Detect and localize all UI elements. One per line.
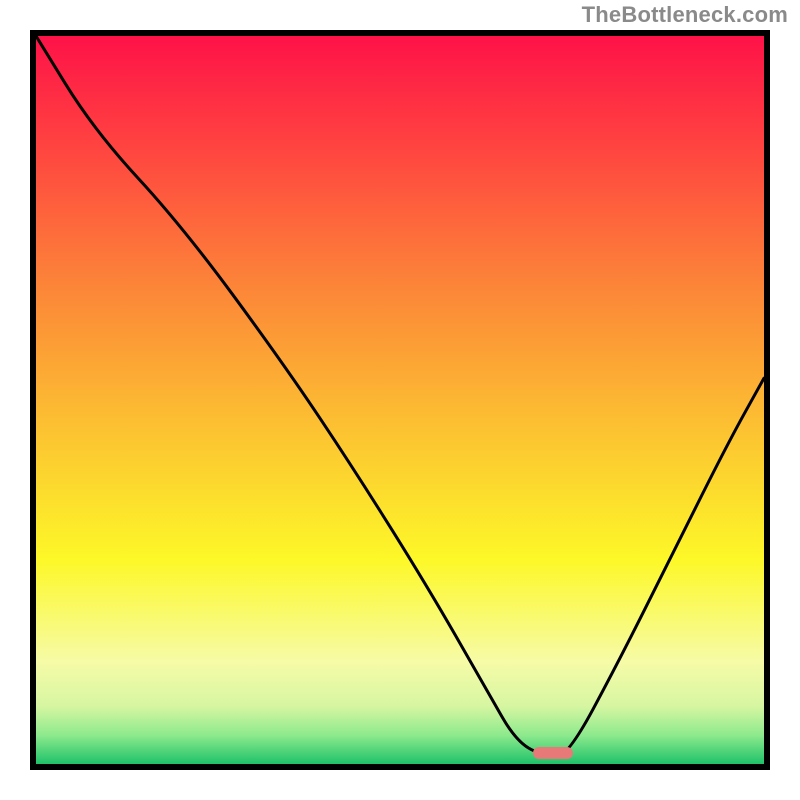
watermark-text: TheBottleneck.com bbox=[582, 2, 788, 28]
optimal-marker bbox=[533, 747, 573, 759]
chart-frame bbox=[30, 30, 770, 770]
bottleneck-curve bbox=[36, 36, 764, 764]
curve-path bbox=[36, 36, 764, 757]
